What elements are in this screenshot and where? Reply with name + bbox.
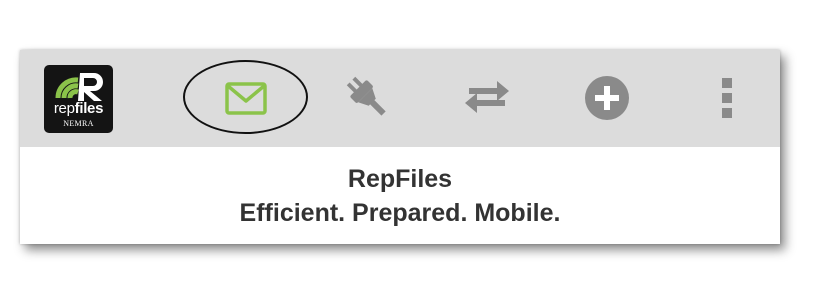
mail-icon <box>225 82 267 115</box>
plug-icon <box>346 76 386 116</box>
logo-company: NEMRA <box>63 119 94 128</box>
connect-button[interactable] <box>342 72 394 124</box>
sync-button[interactable] <box>461 72 513 124</box>
add-circle-icon <box>585 76 629 120</box>
toolbar: repfiles NEMRA <box>20 50 780 147</box>
repfiles-logo[interactable]: repfiles NEMRA <box>44 65 113 133</box>
add-button[interactable] <box>581 72 633 124</box>
app-tagline: Efficient. Prepared. Mobile. <box>239 199 561 227</box>
sync-arrows-icon <box>465 81 509 113</box>
logo-wordmark: repfiles <box>53 100 104 117</box>
app-title: RepFiles <box>347 165 453 193</box>
main-content: RepFiles Efficient. Prepared. Mobile. <box>20 147 780 244</box>
app-card: repfiles NEMRA RepFiles Efficient. Prepa… <box>20 50 780 244</box>
more-vertical-icon <box>722 78 732 118</box>
mail-button[interactable] <box>219 72 271 124</box>
more-options-button[interactable] <box>701 72 753 124</box>
